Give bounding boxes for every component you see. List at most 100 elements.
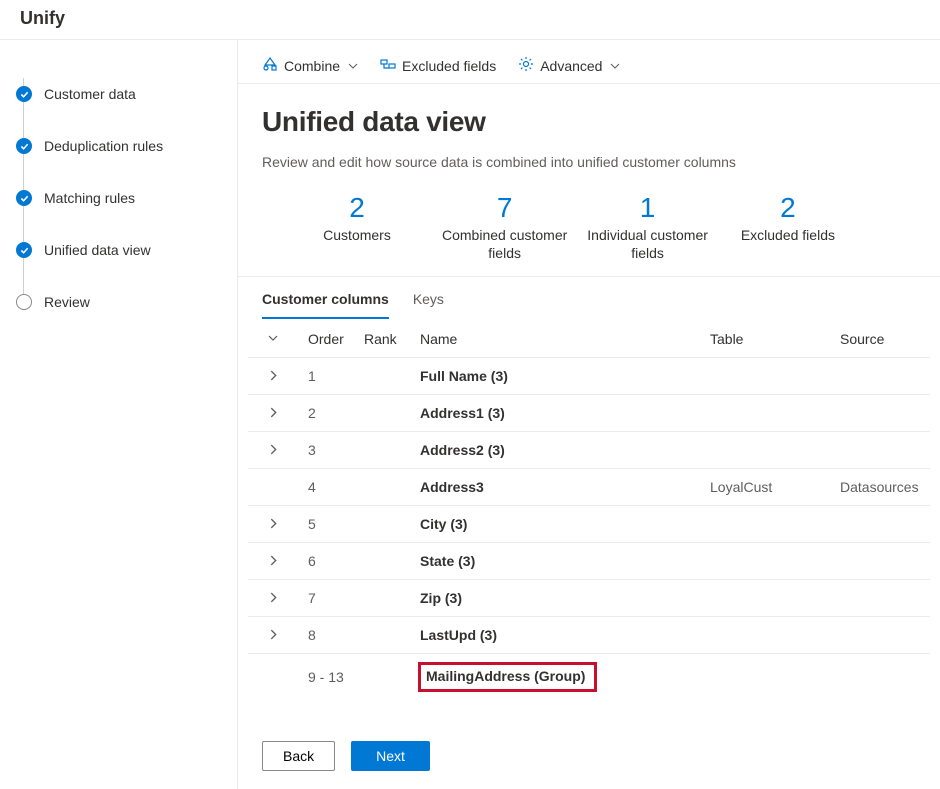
table-row[interactable]: 8 LastUpd (3) bbox=[248, 617, 930, 654]
footer: Back Next bbox=[238, 723, 940, 789]
source-cell bbox=[830, 432, 930, 469]
expand-row-icon[interactable] bbox=[248, 506, 298, 543]
expand-row-icon[interactable] bbox=[248, 395, 298, 432]
app-header: Unify bbox=[0, 0, 940, 40]
col-expand[interactable] bbox=[248, 321, 298, 358]
stat-tile: 2Excluded fields bbox=[728, 192, 848, 262]
rank-cell bbox=[354, 654, 410, 701]
gear-icon bbox=[518, 56, 534, 75]
rank-cell bbox=[354, 469, 410, 506]
highlighted-group: MailingAddress (Group) bbox=[420, 664, 595, 690]
name-cell: MailingAddress (Group) bbox=[410, 654, 700, 701]
table-row[interactable]: 5City (3) bbox=[248, 506, 930, 543]
name-cell: City (3) bbox=[410, 506, 700, 543]
expand-row-icon[interactable] bbox=[248, 432, 298, 469]
table-row[interactable]: 1Full Name (3) bbox=[248, 358, 930, 395]
table-cell bbox=[700, 395, 830, 432]
tab-keys[interactable]: Keys bbox=[413, 291, 444, 319]
table-cell bbox=[700, 580, 830, 617]
next-button[interactable]: Next bbox=[351, 741, 430, 771]
stat-tile: 1Individual customer fields bbox=[587, 192, 708, 262]
stat-value: 2 bbox=[292, 192, 422, 224]
name-cell: Address1 (3) bbox=[410, 395, 700, 432]
source-cell bbox=[830, 617, 930, 654]
rank-cell bbox=[354, 506, 410, 543]
step-done-icon bbox=[16, 190, 32, 206]
order-cell: 6 bbox=[298, 543, 354, 580]
page-title: Unified data view bbox=[238, 84, 940, 142]
rank-cell bbox=[354, 617, 410, 654]
table-row[interactable]: 9 - 13 MailingAddress (Group) bbox=[248, 654, 930, 701]
step-item[interactable]: Unified data view bbox=[16, 224, 221, 276]
step-item[interactable]: Review bbox=[16, 276, 221, 328]
table-cell bbox=[700, 506, 830, 543]
source-cell bbox=[830, 358, 930, 395]
col-rank[interactable]: Rank bbox=[354, 321, 410, 358]
combine-icon bbox=[262, 56, 278, 75]
source-cell bbox=[830, 580, 930, 617]
col-order[interactable]: Order bbox=[298, 321, 354, 358]
table-row[interactable]: 6State (3) bbox=[248, 543, 930, 580]
col-source[interactable]: Source bbox=[830, 321, 930, 358]
table-row[interactable]: 4Address3LoyalCustDatasources bbox=[248, 469, 930, 506]
step-item[interactable]: Deduplication rules bbox=[16, 120, 221, 172]
stat-label: Excluded fields bbox=[728, 226, 848, 244]
table-row[interactable]: 7Zip (3) bbox=[248, 580, 930, 617]
back-button[interactable]: Back bbox=[262, 741, 335, 771]
step-done-icon bbox=[16, 242, 32, 258]
rank-cell bbox=[354, 543, 410, 580]
sidebar: Customer data Deduplication rules Matching… bbox=[0, 40, 238, 789]
stats-row: 2Customers7Combined customer fields1Indi… bbox=[238, 170, 940, 277]
step-done-icon bbox=[16, 138, 32, 154]
step-label: Deduplication rules bbox=[44, 138, 163, 154]
name-cell: LastUpd (3) bbox=[410, 617, 700, 654]
table-cell bbox=[700, 432, 830, 469]
source-cell: Datasources bbox=[830, 469, 930, 506]
expand-row-icon[interactable] bbox=[248, 358, 298, 395]
main-content: Combine Excluded fields bbox=[238, 40, 940, 789]
table-cell bbox=[700, 654, 830, 701]
app-title: Unify bbox=[20, 8, 920, 29]
source-cell bbox=[830, 506, 930, 543]
expand-row-icon[interactable] bbox=[248, 580, 298, 617]
table-row[interactable]: 3Address2 (3) bbox=[248, 432, 930, 469]
expand-row-icon[interactable] bbox=[248, 543, 298, 580]
name-cell: Address2 (3) bbox=[410, 432, 700, 469]
step-list: Customer data Deduplication rules Matching… bbox=[16, 68, 221, 328]
step-item[interactable]: Customer data bbox=[16, 68, 221, 120]
rank-cell bbox=[354, 580, 410, 617]
rank-cell bbox=[354, 358, 410, 395]
order-cell: 8 bbox=[298, 617, 354, 654]
expand-row-icon[interactable] bbox=[248, 617, 298, 654]
col-table[interactable]: Table bbox=[700, 321, 830, 358]
toolbar: Combine Excluded fields bbox=[238, 40, 940, 84]
tab-customer-columns[interactable]: Customer columns bbox=[262, 291, 389, 319]
combine-button[interactable]: Combine bbox=[262, 56, 358, 75]
order-cell: 2 bbox=[298, 395, 354, 432]
name-cell: Full Name (3) bbox=[410, 358, 700, 395]
table-cell bbox=[700, 617, 830, 654]
step-label: Review bbox=[44, 294, 90, 310]
table-wrap: Order Rank Name Table Source 1Full Name … bbox=[238, 321, 940, 700]
combine-label: Combine bbox=[284, 58, 340, 74]
excluded-fields-button[interactable]: Excluded fields bbox=[380, 56, 496, 75]
step-label: Customer data bbox=[44, 86, 136, 102]
step-item[interactable]: Matching rules bbox=[16, 172, 221, 224]
source-cell bbox=[830, 543, 930, 580]
step-done-icon bbox=[16, 86, 32, 102]
expand-row-icon bbox=[248, 654, 298, 701]
name-cell: Address3 bbox=[410, 469, 700, 506]
order-cell: 9 - 13 bbox=[298, 654, 354, 701]
columns-table: Order Rank Name Table Source 1Full Name … bbox=[248, 321, 930, 700]
table-row[interactable]: 2 Address1 (3) bbox=[248, 395, 930, 432]
step-pending-icon bbox=[16, 294, 32, 310]
step-label: Unified data view bbox=[44, 242, 151, 258]
chevron-down-icon bbox=[610, 58, 620, 74]
step-label: Matching rules bbox=[44, 190, 135, 206]
stat-label: Individual customer fields bbox=[587, 226, 708, 262]
table-cell bbox=[700, 358, 830, 395]
col-name[interactable]: Name bbox=[410, 321, 700, 358]
advanced-button[interactable]: Advanced bbox=[518, 56, 620, 75]
rank-cell bbox=[354, 395, 410, 432]
chevron-down-icon bbox=[348, 58, 358, 74]
